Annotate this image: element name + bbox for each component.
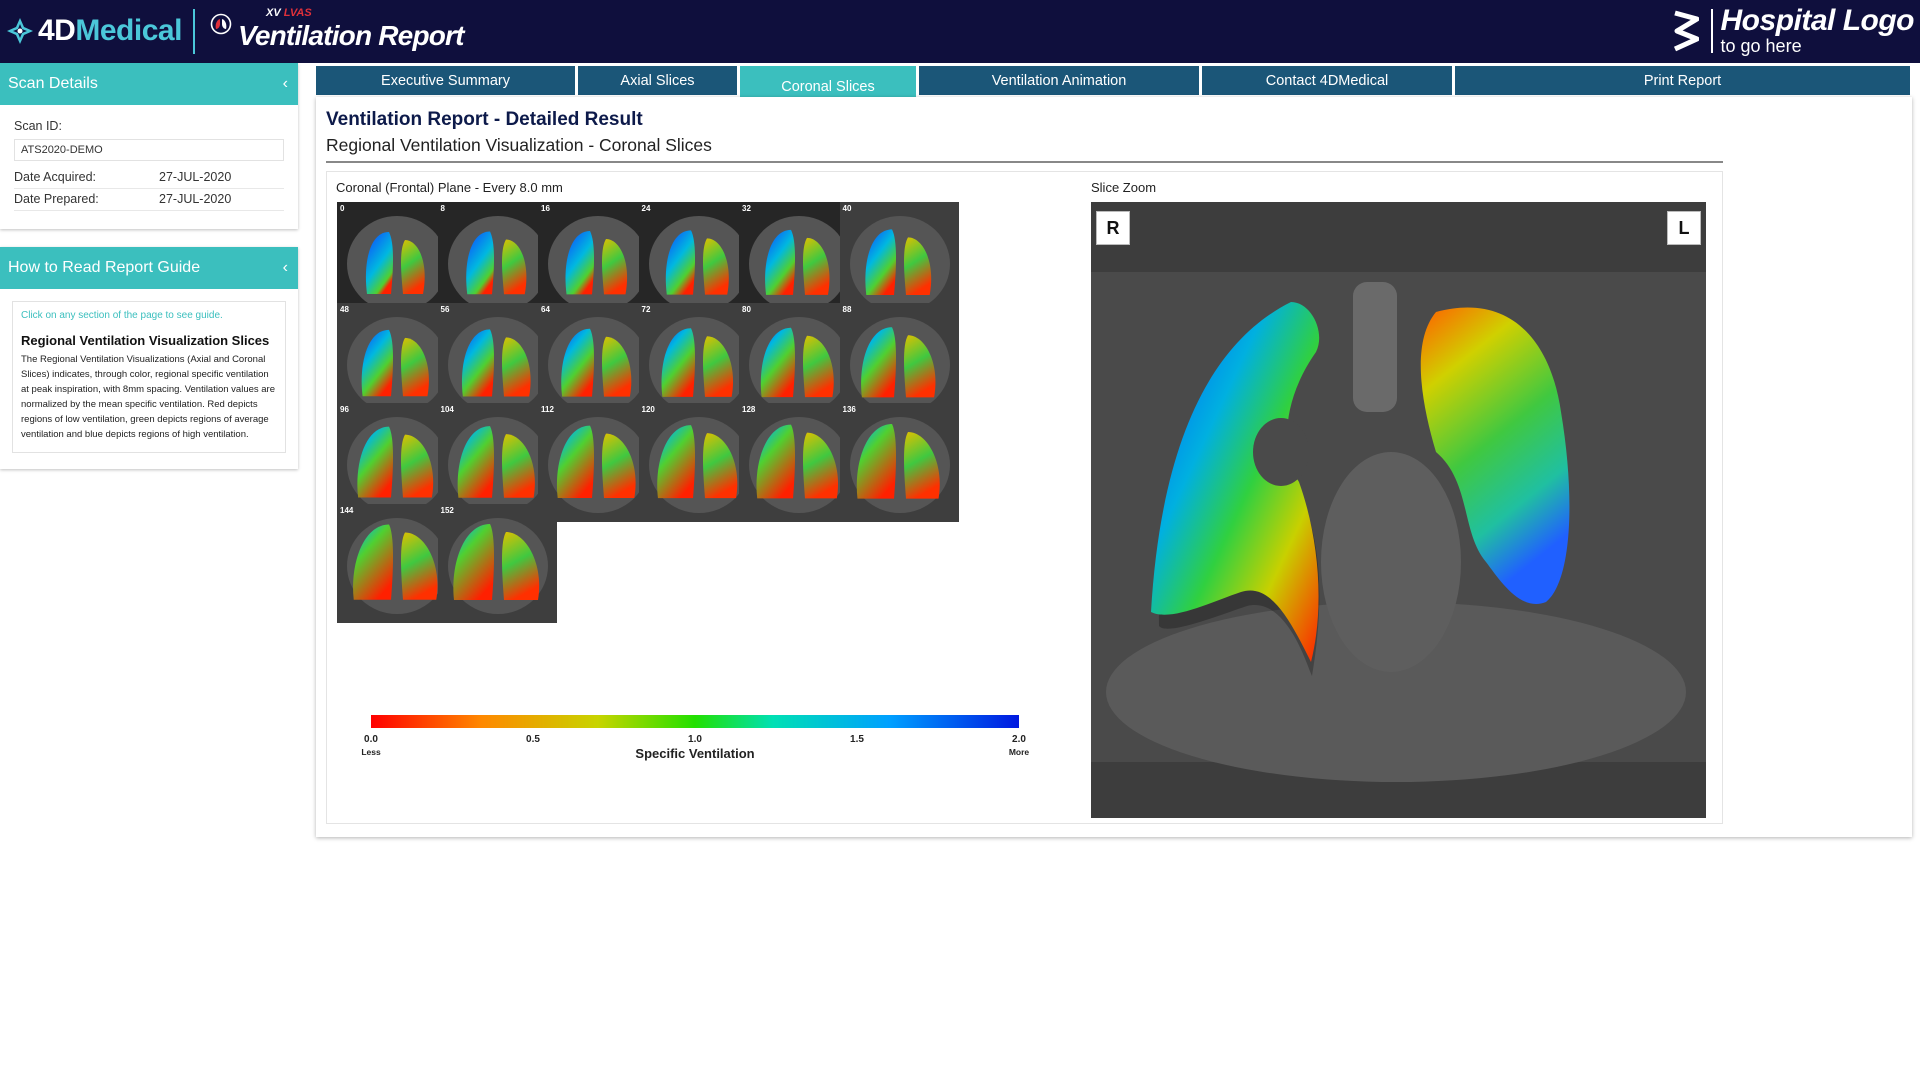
guide-panel: How to Read Report Guide ‹ Click on any … xyxy=(0,247,298,469)
guide-hint: Click on any section of the page to see … xyxy=(21,310,223,321)
slice-depth-label: 16 xyxy=(541,204,550,213)
orientation-right-label: R xyxy=(1096,211,1130,245)
chevron-left-icon[interactable]: ‹ xyxy=(283,259,288,277)
sidebar: Scan Details ‹ Scan ID: ATS2020-DEMO Dat… xyxy=(0,63,298,487)
title-divider xyxy=(326,161,1723,163)
slice-depth-label: 40 xyxy=(842,204,852,213)
hospital-logo-title: Hospital Logo xyxy=(1720,4,1915,37)
plane-label: Coronal (Frontal) Plane - Every 8.0 mm xyxy=(336,180,563,195)
colorbar-gradient xyxy=(371,715,1019,728)
slice-depth-label: 128 xyxy=(742,405,756,414)
guide-section-text: The Regional Ventilation Visualizations … xyxy=(21,354,275,440)
brand-logo: 4DMedical xyxy=(6,10,182,52)
slice-depth-label: 88 xyxy=(842,304,852,314)
lungs-icon xyxy=(210,13,232,35)
hospital-logo: Hospital Logo to go here xyxy=(1673,4,1915,58)
slice-depth-label: 136 xyxy=(842,405,856,414)
main-content: Ventilation Report - Detailed Result Reg… xyxy=(316,97,1912,837)
date-prepared-row: Date Prepared: 27-JUL-2020 xyxy=(14,189,284,211)
slice-depth-label: 48 xyxy=(340,304,349,314)
slice-depth-label: 56 xyxy=(440,304,450,314)
hospital-logo-divider xyxy=(1710,9,1713,53)
slice-depth-label: 72 xyxy=(641,304,651,314)
scan-id-value: ATS2020-DEMO xyxy=(14,139,284,161)
guide-header[interactable]: How to Read Report Guide ‹ xyxy=(0,247,298,289)
date-prepared-value: 27-JUL-2020 xyxy=(159,192,232,206)
tab-print-report[interactable]: Print Report xyxy=(1455,66,1910,95)
app-header: 4DMedical XV LVAS Ventilation Report Hos… xyxy=(0,0,1920,63)
brand-name: 4DMedical xyxy=(38,14,182,47)
colorbar-tick: 0.0 xyxy=(364,734,378,745)
slice-depth-label: 80 xyxy=(742,304,751,314)
colorbar-tick: 1.0 xyxy=(688,734,702,745)
slice-depth-label: 8 xyxy=(440,204,445,213)
colorbar-title: Specific Ventilation xyxy=(635,746,755,761)
slice-depth-label: 32 xyxy=(742,204,751,213)
hospital-logo-subtitle: to go here xyxy=(1720,36,1802,56)
chevron-left-icon[interactable]: ‹ xyxy=(283,75,288,93)
scan-details-title: Scan Details xyxy=(8,75,98,92)
slice-depth-label: 112 xyxy=(541,405,554,414)
slice-depth-label: 0 xyxy=(340,204,345,213)
header-divider xyxy=(193,9,195,54)
colorbar-tick: 1.5 xyxy=(850,734,864,745)
tab-contact-4dmedical[interactable]: Contact 4DMedical xyxy=(1202,66,1452,95)
date-prepared-label: Date Prepared: xyxy=(14,192,99,206)
tab-axial-slices[interactable]: Axial Slices xyxy=(578,66,737,95)
report-tabs: Executive Summary Axial Slices Coronal S… xyxy=(316,63,1910,102)
scan-id-label: Scan ID: xyxy=(14,119,62,133)
product-title: Ventilation Report xyxy=(238,20,464,51)
guide-title: How to Read Report Guide xyxy=(8,259,201,276)
slice-depth-label: 152 xyxy=(440,505,454,515)
orientation-left-label: L xyxy=(1667,211,1701,245)
slice-depth-label: 24 xyxy=(641,204,651,213)
slice-depth-label: 96 xyxy=(340,405,349,414)
guide-content: Click on any section of the page to see … xyxy=(12,301,286,453)
page-subtitle: Regional Ventilation Visualization - Cor… xyxy=(326,135,712,155)
tab-ventilation-animation[interactable]: Ventilation Animation xyxy=(919,66,1199,95)
zoom-label: Slice Zoom xyxy=(1091,180,1157,195)
date-acquired-row: Date Acquired: 27-JUL-2020 xyxy=(14,167,284,189)
scan-details-panel: Scan Details ‹ Scan ID: ATS2020-DEMO Dat… xyxy=(0,63,298,229)
slice-lung-image xyxy=(437,503,557,623)
date-acquired-value: 27-JUL-2020 xyxy=(159,170,232,184)
guide-section-title: Regional Ventilation Visualization Slice… xyxy=(21,333,270,348)
zoom-lung-image xyxy=(1091,202,1706,818)
slices-card: Coronal (Frontal) Plane - Every 8.0 mm 0… xyxy=(326,171,1723,824)
product-logo: XV LVAS Ventilation Report xyxy=(210,7,464,54)
slice-lung-image xyxy=(839,403,959,522)
slice-depth-label: 64 xyxy=(541,304,550,314)
slice-thumbnail[interactable]: 152 xyxy=(437,503,557,623)
page-title: Ventilation Report - Detailed Result xyxy=(326,109,643,130)
colorbar-tick: 0.5 xyxy=(526,734,540,745)
slice-zoom-view: R L xyxy=(1091,202,1706,818)
colorbar-tick: 2.0 xyxy=(1012,734,1026,745)
4dmedical-logo-icon xyxy=(6,17,34,45)
slice-depth-label: 104 xyxy=(440,405,454,414)
colorbar-high-label: More xyxy=(1008,747,1030,757)
product-super-label: XV LVAS xyxy=(266,7,312,19)
date-acquired-label: Date Acquired: xyxy=(14,170,96,184)
colorbar-low-label: Less xyxy=(361,747,381,757)
slice-thumbnail[interactable]: 136 xyxy=(839,403,959,522)
slice-depth-label: 144 xyxy=(340,505,354,515)
scan-details-header[interactable]: Scan Details ‹ xyxy=(0,63,298,105)
hospital-logo-icon xyxy=(1673,9,1699,53)
slice-depth-label: 120 xyxy=(641,405,655,414)
tab-executive-summary[interactable]: Executive Summary xyxy=(316,66,575,95)
slice-thumbnail-grid: 0 8 16 24 32 40 48 56 64 72 80 88 96 104 112 120 128 136 1… xyxy=(337,202,1077,702)
